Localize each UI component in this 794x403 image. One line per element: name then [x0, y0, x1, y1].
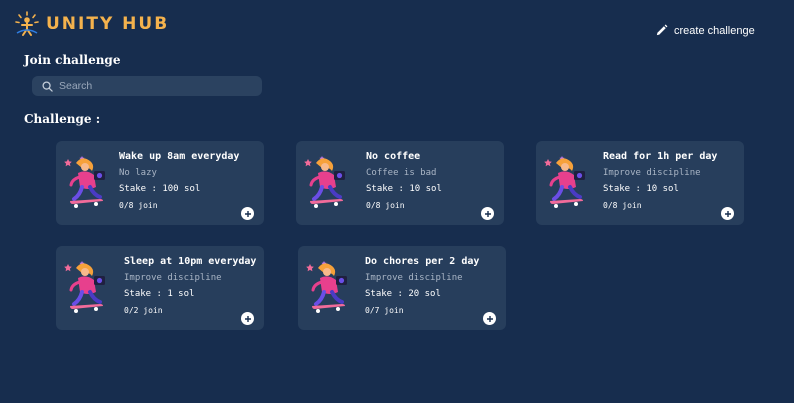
challenge-description: No lazy [119, 168, 157, 178]
plus-icon [724, 210, 731, 217]
challenge-stake: Stake : 10 sol [603, 184, 679, 194]
plus-icon [484, 210, 491, 217]
challenge-stake: Stake : 20 sol [365, 289, 441, 299]
challenge-join-count: 0/8 join [119, 201, 158, 210]
challenge-title: Sleep at 10pm everyday [124, 256, 257, 267]
search-icon [42, 80, 53, 92]
challenge-title: Wake up 8am everyday [119, 151, 240, 162]
join-challenge-heading: Join challenge [24, 53, 121, 67]
search-bar[interactable] [32, 76, 262, 96]
challenge-description: Coffee is bad [366, 168, 437, 178]
create-challenge-button[interactable]: create challenge [655, 24, 755, 37]
brand-name: UNITY HUB [46, 14, 170, 34]
join-challenge-button[interactable] [721, 207, 734, 220]
join-challenge-button[interactable] [483, 312, 496, 325]
challenge-stake: Stake : 10 sol [366, 184, 442, 194]
challenge-join-count: 0/8 join [603, 201, 642, 210]
challenge-title: Do chores per 2 day [365, 256, 480, 267]
challenge-description: Improve discipline [124, 273, 222, 283]
skateboarder-illustration-icon [64, 259, 107, 315]
join-challenge-button[interactable] [241, 312, 254, 325]
challenge-card[interactable]: Read for 1h per day Improve discipline S… [536, 141, 744, 225]
challenge-card[interactable]: No coffee Coffee is bad Stake : 10 sol 0… [296, 141, 504, 225]
plus-icon [486, 315, 493, 322]
pencil-icon [656, 24, 668, 36]
plus-icon [244, 315, 251, 322]
search-input[interactable] [59, 80, 249, 92]
challenge-description: Improve discipline [603, 168, 701, 178]
join-challenge-button[interactable] [481, 207, 494, 220]
plus-icon [244, 210, 251, 217]
skateboarder-illustration-icon [64, 154, 107, 210]
challenge-title: Read for 1h per day [603, 151, 718, 162]
sunburst-figure-logo-icon [15, 11, 39, 36]
challenge-title: No coffee [366, 151, 421, 162]
challenge-join-count: 0/8 join [366, 201, 405, 210]
challenge-card[interactable]: Sleep at 10pm everyday Improve disciplin… [56, 246, 264, 330]
brand[interactable]: UNITY HUB [14, 11, 169, 37]
challenge-card[interactable]: Do chores per 2 day Improve discipline S… [298, 246, 506, 330]
challenge-stake: Stake : 1 sol [124, 289, 195, 299]
challenge-join-count: 0/2 join [124, 306, 163, 315]
challenge-join-count: 0/7 join [365, 306, 404, 315]
create-challenge-label: create challenge [674, 24, 755, 37]
skateboarder-illustration-icon [544, 154, 587, 210]
challenge-heading: Challenge : [24, 112, 101, 126]
challenge-stake: Stake : 100 sol [119, 184, 201, 194]
join-challenge-button[interactable] [241, 207, 254, 220]
challenge-card[interactable]: Wake up 8am everyday No lazy Stake : 100… [56, 141, 264, 225]
skateboarder-illustration-icon [304, 154, 347, 210]
skateboarder-illustration-icon [306, 259, 349, 315]
challenge-description: Improve discipline [365, 273, 463, 283]
